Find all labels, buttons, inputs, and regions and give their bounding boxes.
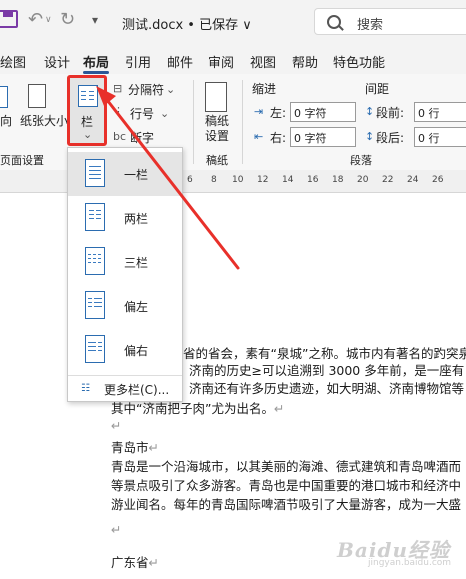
redo-icon[interactable]: ↻	[60, 9, 75, 30]
search-icon	[327, 15, 341, 29]
tab-review[interactable]: 审阅	[208, 52, 234, 71]
manuscript-settings-button[interactable]: 稿纸 设置	[205, 114, 229, 144]
indent-left-input[interactable]: 0 字符	[290, 102, 356, 122]
doc-line: ↵	[111, 522, 122, 537]
tab-layout[interactable]: 布局	[83, 52, 109, 71]
columns-option-two[interactable]: 两栏	[68, 196, 182, 240]
columns-option-three[interactable]: 三栏	[68, 240, 182, 284]
hyphenation-icon[interactable]: bc	[113, 130, 126, 143]
space-after-icon: ↕	[365, 130, 375, 143]
one-column-icon	[85, 159, 105, 187]
line-numbers-button[interactable]: 行号	[130, 105, 154, 122]
group-divider	[242, 80, 243, 164]
more-columns-icon[interactable]: ☷	[81, 383, 90, 394]
space-before-icon: ↕	[365, 105, 375, 118]
customize-toolbar-icon[interactable]: ▾	[92, 13, 98, 27]
undo-icon[interactable]: ↶	[28, 9, 43, 30]
doc-line: ↵	[111, 418, 122, 433]
right-column-icon	[85, 335, 105, 363]
ribbon-tabs: 绘图 设计 布局 引用 邮件 审阅 视图 帮助 特色功能	[0, 44, 466, 74]
tab-help[interactable]: 帮助	[292, 52, 318, 71]
title-bar: ↶ ∨ ↻ ▾ 测试.docx • 已保存 ∨ 搜索	[0, 0, 466, 44]
hyphenation-button[interactable]: 断字	[130, 129, 154, 146]
three-columns-icon	[85, 247, 105, 275]
paragraph-group-label: 段落	[350, 154, 372, 167]
ruler-tick-label: 22	[382, 175, 394, 185]
ruler-tick-label: 20	[357, 175, 369, 185]
space-before-label: 段前:	[376, 106, 405, 120]
columns-option-label: 一栏	[124, 168, 149, 182]
doc-line: 青岛是一个沿海城市，以其美丽的海滩、德式建筑和青岛啤酒而	[111, 459, 462, 474]
indent-right-icon: ⇤	[254, 130, 264, 143]
paper-size-icon[interactable]	[28, 84, 46, 108]
orientation-label[interactable]: 向	[0, 112, 12, 129]
doc-line: 济南还有许多历史遗迹，如大明湖、济南博物馆等	[189, 381, 465, 396]
columns-option-one[interactable]: 一栏	[68, 152, 182, 196]
columns-option-left[interactable]: 偏左	[68, 284, 182, 328]
ruler-tick-label: 14	[282, 175, 294, 185]
ruler-tick-label: 6	[187, 175, 193, 185]
menu-divider	[68, 375, 182, 376]
space-before-input[interactable]: 0 行	[414, 102, 466, 122]
chevron-down-icon[interactable]: ⌄	[166, 83, 175, 96]
more-columns-option[interactable]: 更多栏(C)...	[104, 381, 169, 398]
ruler-tick-label: 26	[432, 175, 444, 185]
undo-dropdown-icon[interactable]: ∨	[45, 15, 52, 25]
ruler-tick-label: 10	[232, 175, 244, 185]
tab-references[interactable]: 引用	[125, 52, 151, 71]
ruler-tick-label: 8	[211, 175, 217, 185]
tab-view[interactable]: 视图	[250, 52, 276, 71]
tab-draw[interactable]: 绘图	[0, 52, 26, 71]
columns-dropdown-menu: 一栏 两栏 三栏 偏左 偏右 ☷ 更多栏(C)...	[67, 147, 183, 402]
line-numbers-icon[interactable]: ⋮	[113, 105, 124, 118]
columns-option-label: 偏右	[124, 344, 149, 358]
tab-special-features[interactable]: 特色功能	[333, 52, 385, 71]
watermark-url: jingyan.baidu.com	[368, 558, 452, 568]
tab-design[interactable]: 设计	[44, 52, 70, 71]
indent-right-label: 右:	[270, 131, 287, 145]
orientation-icon[interactable]	[0, 86, 8, 108]
indent-left-label: 左:	[270, 106, 287, 120]
manuscript-icon[interactable]	[205, 82, 227, 112]
document-title[interactable]: 测试.docx • 已保存 ∨	[122, 14, 252, 33]
indent-header: 缩进	[252, 82, 277, 96]
doc-heading: 青岛市↵	[111, 440, 159, 455]
breaks-button[interactable]: 分隔符	[128, 81, 164, 98]
tab-mailings[interactable]: 邮件	[167, 52, 193, 71]
doc-line: 等景点吸引了众多游客。青岛也是中国重要的港口城市和经济中	[111, 478, 462, 493]
columns-option-right[interactable]: 偏右	[68, 328, 182, 372]
columns-option-label: 两栏	[124, 212, 149, 226]
doc-line: 济南的历史≥可以追溯到 3000 多年前，是一座有	[189, 363, 465, 378]
ruler-tick-label: 24	[407, 175, 419, 185]
breaks-icon[interactable]: ⊟	[113, 82, 122, 95]
spacing-header: 间距	[365, 82, 390, 96]
space-after-input[interactable]: 0 行	[414, 127, 466, 147]
doc-heading: 广东省↵	[111, 555, 159, 570]
ruler-tick-label: 18	[332, 175, 344, 185]
columns-option-label: 偏左	[124, 300, 149, 314]
indent-right-input[interactable]: 0 字符	[290, 127, 356, 147]
two-columns-icon	[85, 203, 105, 231]
ruler-tick-label: 12	[257, 175, 269, 185]
columns-icon	[78, 85, 98, 107]
search-placeholder: 搜索	[357, 18, 384, 33]
columns-button[interactable]: 栏 ⌄	[67, 75, 107, 146]
group-divider	[193, 80, 194, 164]
chevron-down-icon[interactable]: ⌄	[160, 107, 169, 120]
columns-option-label: 三栏	[124, 256, 149, 270]
chevron-down-icon: ⌄	[83, 128, 93, 141]
manuscript-group-label: 稿纸	[206, 154, 228, 167]
page-setup-group-label: 页面设置	[0, 154, 44, 167]
ruler-tick-label: 16	[307, 175, 319, 185]
space-after-label: 段后:	[376, 131, 405, 145]
doc-line: 游业闻名。每年的青岛国际啤酒节吸引了大量游客，成为一大盛	[111, 497, 462, 512]
search-box[interactable]: 搜索	[314, 8, 466, 35]
left-column-icon	[85, 291, 105, 319]
save-icon[interactable]	[0, 10, 18, 28]
paper-size-label[interactable]: 纸张大小	[20, 112, 68, 129]
indent-left-icon: ⇥	[254, 105, 264, 118]
